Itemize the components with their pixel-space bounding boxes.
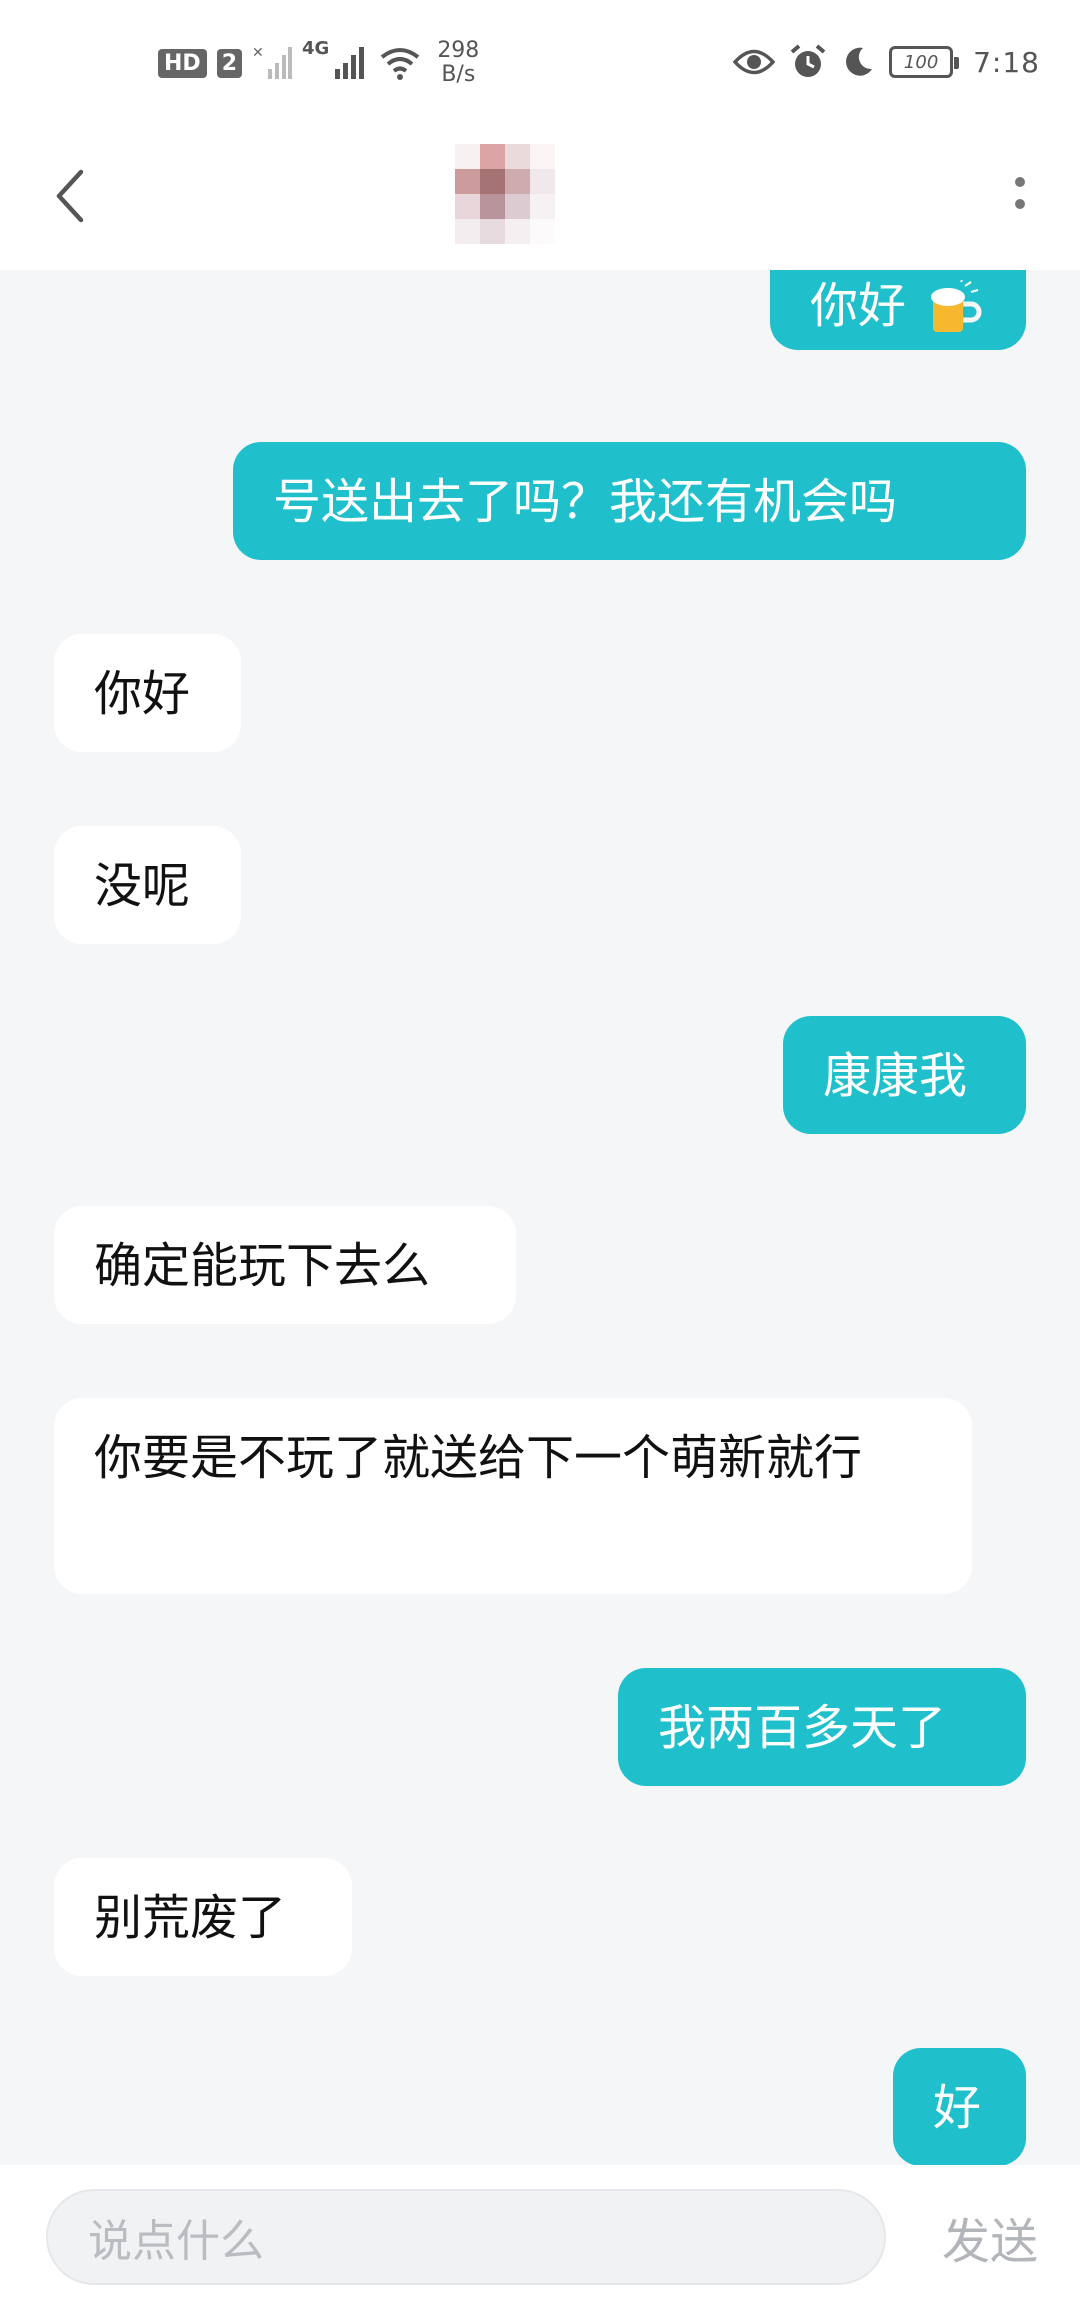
message-text: 我两百多天了 [658,1700,947,1756]
back-button[interactable] [40,156,100,236]
contact-avatar[interactable] [455,144,555,244]
message-text: 没呢 [94,858,191,914]
message-text: 号送出去了吗？我还有机会吗 [273,474,898,530]
chat-header [0,122,1080,270]
hd-badge: HD [158,48,207,78]
message-list[interactable]: 你好 号送出去了吗？我还有机会吗 你好 没呢 康康我 确定能玩下去么 你要是不玩… [0,270,1080,2165]
network-speed: 298 B/s [437,39,479,87]
more-options-button[interactable] [990,156,1050,236]
battery-level: 100 [903,51,939,73]
composer-bar: 说点什么 发送 [0,2165,1080,2310]
message-text: 别荒废了 [94,1890,287,1946]
message-input-placeholder: 说点什么 [88,2216,264,2267]
wifi-icon [381,48,420,80]
more-vertical-icon [1015,177,1025,209]
network-speed-unit: B/s [441,62,476,87]
beer-mug-icon [931,280,982,332]
moon-icon [846,47,873,76]
status-left: HD 2 ✕ 4G 298 B/s [158,38,479,88]
message-text: 你好 [94,666,191,722]
network-type-label: 4G [302,38,330,59]
message-bubble-outgoing[interactable]: 你好 [770,270,1026,350]
status-time: 7:18 [973,45,1040,79]
chevron-left-icon [56,169,84,223]
status-right: 100 7:18 [733,40,1040,84]
message-bubble-incoming[interactable]: 别荒废了 [54,1858,352,1976]
send-button[interactable]: 发送 [930,2189,1050,2285]
signal-strength-icon [335,47,365,79]
alarm-icon [790,44,826,77]
message-bubble-outgoing[interactable]: 我两百多天了 [618,1668,1026,1786]
message-bubble-incoming[interactable]: 你好 [54,634,241,752]
message-bubble-outgoing[interactable]: 康康我 [783,1016,1026,1134]
message-bubble-incoming[interactable]: 没呢 [54,826,241,944]
message-bubble-incoming[interactable]: 你要是不玩了就送给下一个萌新就行 [54,1398,972,1594]
message-text: 确定能玩下去么 [94,1238,431,1294]
sim-badge: 2 [216,48,242,78]
svg-text:✕: ✕ [252,45,264,61]
message-text: 你好 [810,278,907,334]
message-input[interactable]: 说点什么 [46,2189,886,2285]
message-text: 你要是不玩了就送给下一个萌新就行 [94,1430,863,1486]
message-bubble-outgoing[interactable]: 好 [893,2048,1026,2165]
battery-indicator: 100 [889,46,960,78]
network-speed-value: 298 [437,38,480,63]
message-bubble-incoming[interactable]: 确定能玩下去么 [54,1206,516,1324]
eye-icon [733,49,776,75]
message-bubble-outgoing[interactable]: 号送出去了吗？我还有机会吗 [233,442,1026,560]
signal-strength-empty-icon: ✕ [252,45,292,79]
status-bar: HD 2 ✕ 4G 298 B/s 100 7:18 [0,0,1080,122]
message-text: 康康我 [823,1048,968,1104]
message-text: 好 [933,2080,982,2136]
